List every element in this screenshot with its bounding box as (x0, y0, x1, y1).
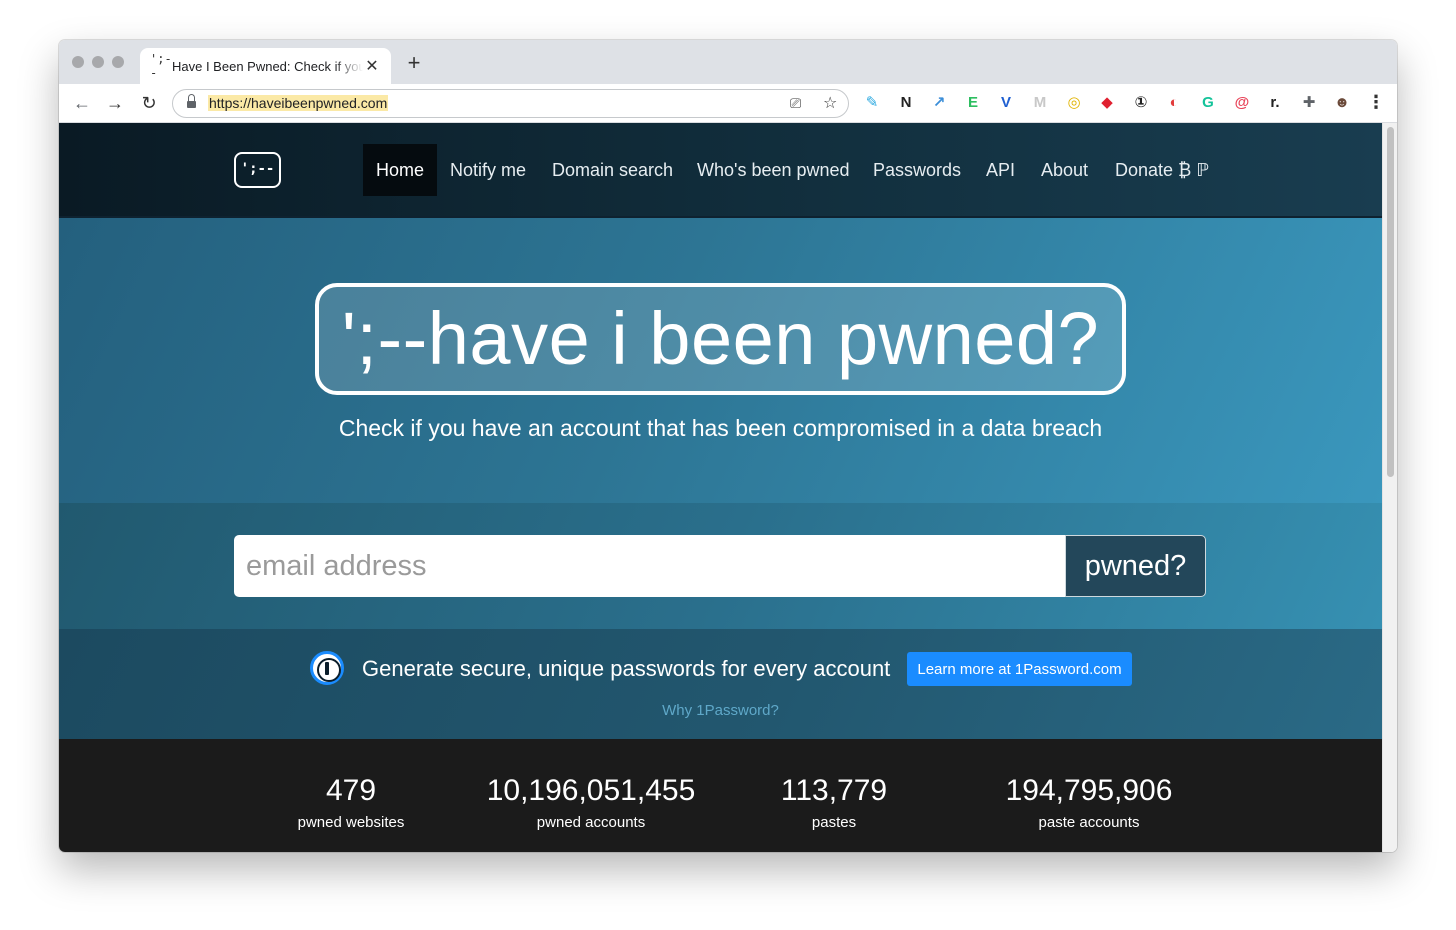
diamond-extension-icon[interactable]: ◆ (1098, 94, 1116, 112)
tab-strip: ';-- Have I Been Pwned: Check if you hav… (59, 40, 1397, 84)
spiral-extension-icon[interactable]: @ (1233, 94, 1251, 112)
close-window-button[interactable] (72, 56, 84, 68)
notion-icon[interactable]: N (897, 94, 915, 112)
promo-text: Generate secure, unique passwords for ev… (362, 656, 891, 681)
tab-haveibeenpwned[interactable]: ';-- Have I Been Pwned: Check if you hav… (140, 48, 391, 84)
stats-section: 479 pwned websites 10,196,051,455 pwned … (59, 739, 1382, 852)
browser-window: ';-- Have I Been Pwned: Check if you hav… (59, 40, 1397, 852)
stat-value: 113,779 (780, 774, 888, 807)
grammarly-icon[interactable]: G (1199, 94, 1217, 112)
share-extension-icon[interactable]: ↗ (930, 94, 948, 112)
stat-value: 479 (325, 774, 377, 807)
nav-passwords[interactable]: Passwords (860, 144, 974, 196)
maximize-window-button[interactable] (112, 56, 124, 68)
email-search-input[interactable] (234, 535, 1067, 597)
tab-favicon-icon: ';-- (150, 52, 172, 80)
stat-value: 194,795,906 (1005, 774, 1173, 807)
search-section: pwned? (59, 503, 1382, 629)
puzzle-extensions-icon[interactable]: ✚ (1300, 94, 1318, 112)
tab-title: Have I Been Pwned: Check if you have an … (172, 58, 363, 74)
nav-api[interactable]: API (973, 144, 1028, 196)
nav-notify-me[interactable]: Notify me (437, 144, 539, 196)
hero-title: ';--have i been pwned? (341, 297, 1100, 380)
browser-toolbar: ← → ↻ https://haveibeenpwned.com ⎚ ☆ ✎ N ↗… (59, 84, 1397, 123)
stat-label: pastes (811, 814, 857, 831)
stat-pwned-websites: 479 pwned websites (221, 773, 481, 831)
reload-icon[interactable]: ↻ (138, 92, 160, 114)
new-tab-icon[interactable]: + (403, 52, 425, 74)
stat-label: pwned websites (297, 814, 405, 831)
stat-label: pwned accounts (536, 814, 646, 831)
readwise-icon[interactable]: r. (1266, 94, 1284, 112)
coin-extension-icon[interactable]: ◎ (1065, 94, 1083, 112)
nav-domain-search[interactable]: Domain search (539, 144, 686, 196)
pencil-extension-icon[interactable]: ✎ (863, 94, 881, 112)
hero-title-box: ';--have i been pwned? (315, 283, 1126, 395)
forward-arrow-icon[interactable]: → (104, 92, 126, 114)
browser-menu-icon[interactable]: ⋮ (1367, 92, 1385, 113)
ring-extension-icon[interactable]: ◐ (1165, 94, 1183, 112)
v-extension-icon[interactable]: V (997, 94, 1015, 112)
minimize-window-button[interactable] (92, 56, 104, 68)
m-extension-icon[interactable]: M (1031, 94, 1049, 112)
why-1password-link[interactable]: Why 1Password? (59, 702, 1382, 719)
stat-pastes: 113,779 pastes (704, 773, 964, 831)
url-text[interactable]: https://haveibeenpwned.com (208, 95, 389, 111)
password-manager-promo: Generate secure, unique passwords for ev… (59, 629, 1382, 739)
profile-avatar[interactable]: ☻ (1333, 94, 1351, 112)
close-tab-icon[interactable]: ✕ (363, 56, 381, 76)
pwned-search-button[interactable]: pwned? (1065, 535, 1206, 597)
bookmark-star-icon[interactable]: ☆ (823, 93, 837, 113)
nav-donate[interactable]: Donate ₿ ℙ (1102, 144, 1222, 196)
page-viewport: ';-- Home Notify me Domain search Who's … (59, 123, 1382, 852)
learn-more-1password-button[interactable]: Learn more at 1Password.com (907, 652, 1132, 686)
cast-icon[interactable]: ⎚ (790, 95, 801, 112)
lock-icon[interactable] (187, 94, 196, 109)
scrollbar-thumb[interactable] (1387, 127, 1394, 477)
address-bar[interactable]: https://haveibeenpwned.com ⎚ ☆ (172, 89, 849, 118)
nav-whos-been-pwned[interactable]: Who's been pwned (684, 144, 863, 196)
site-logo[interactable]: ';-- (234, 152, 281, 188)
hero-subtitle: Check if you have an account that has be… (338, 415, 1103, 441)
stat-value: 10,196,051,455 (486, 774, 696, 807)
onepassword-logo-icon (310, 651, 344, 685)
back-arrow-icon[interactable]: ← (71, 92, 93, 114)
evernote-icon[interactable]: E (964, 94, 982, 112)
nav-about[interactable]: About (1028, 144, 1101, 196)
site-navbar: ';-- Home Notify me Domain search Who's … (59, 123, 1382, 218)
stat-paste-accounts: 194,795,906 paste accounts (959, 773, 1219, 831)
hero-section: ';--have i been pwned? Check if you have… (59, 218, 1382, 503)
onepassword-extension-icon[interactable]: ① (1132, 94, 1150, 112)
page-scrollbar[interactable] (1382, 123, 1397, 852)
stat-label: paste accounts (1038, 814, 1140, 831)
nav-home[interactable]: Home (363, 144, 438, 196)
stat-pwned-accounts: 10,196,051,455 pwned accounts (461, 773, 721, 831)
